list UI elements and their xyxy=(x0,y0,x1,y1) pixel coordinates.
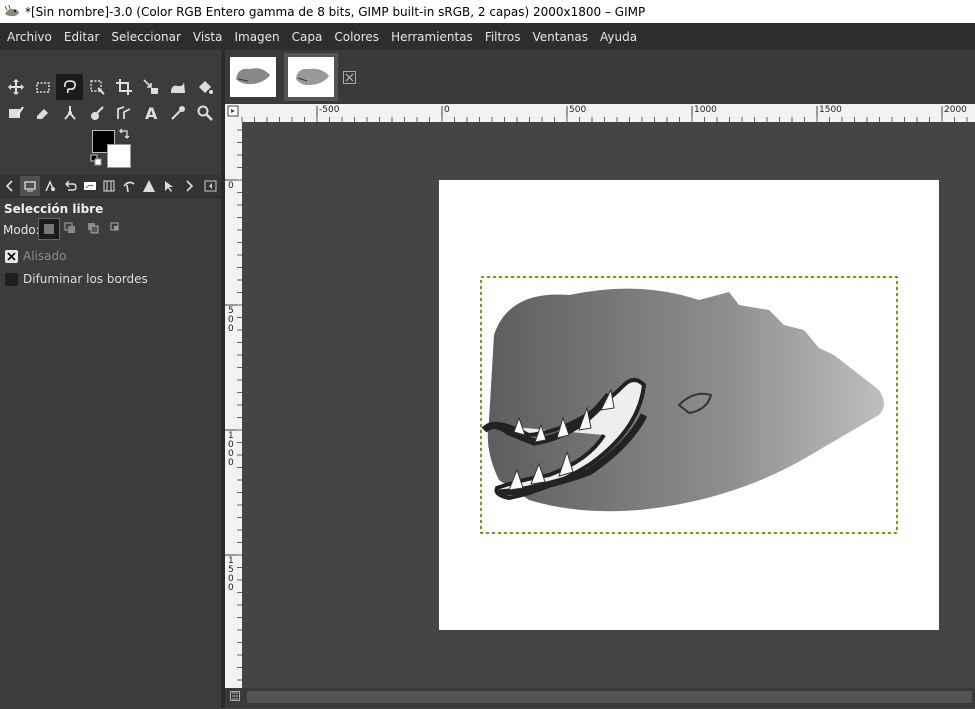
paths-tab-icon[interactable] xyxy=(139,176,159,196)
eraser-tool-icon[interactable] xyxy=(29,100,56,126)
clone-tool-icon[interactable] xyxy=(56,100,83,126)
menu-imagen[interactable]: Imagen xyxy=(228,30,285,44)
image-tab-2[interactable] xyxy=(284,53,338,101)
vertical-ruler-ticks xyxy=(225,129,242,681)
crop-tool-icon[interactable] xyxy=(110,74,137,100)
feather-edges-checkbox[interactable] xyxy=(5,272,18,286)
menu-vista[interactable]: Vista xyxy=(187,30,229,44)
reset-colors-icon[interactable] xyxy=(90,154,102,166)
menu-ayuda[interactable]: Ayuda xyxy=(594,30,643,44)
feather-edges-label: Difuminar los bordes xyxy=(23,272,148,286)
free-select-tool-icon[interactable] xyxy=(56,74,83,100)
creature-drawing xyxy=(480,276,898,534)
ruler-label-500: 500 xyxy=(569,105,587,115)
dock-tab-bar xyxy=(0,175,221,197)
mode-subtract-button[interactable] xyxy=(83,218,103,238)
background-color-swatch[interactable] xyxy=(107,144,131,168)
vruler-label-0: 0 xyxy=(228,181,234,191)
antialias-row[interactable]: Alisado xyxy=(5,249,66,263)
image-thumbnail-1 xyxy=(230,57,276,97)
paths-tool-icon[interactable] xyxy=(110,100,137,126)
ruler-label-1500: 1500 xyxy=(819,105,842,115)
image-thumbnail-2 xyxy=(288,57,334,97)
mode-intersect-button[interactable] xyxy=(106,218,126,238)
undo-history-tab-icon[interactable] xyxy=(60,176,80,196)
menu-filtros[interactable]: Filtros xyxy=(479,30,527,44)
menu-capa[interactable]: Capa xyxy=(286,30,329,44)
menu-seleccionar[interactable]: Seleccionar xyxy=(105,30,186,44)
ruler-label-minus-500: -500 xyxy=(319,105,340,115)
image-tabs-bar xyxy=(225,50,975,104)
vruler-label-1000: 1000 xyxy=(228,431,234,468)
layers-tab-icon[interactable] xyxy=(100,176,120,196)
window-title: *[Sin nombre]-3.0 (Color RGB Entero gamm… xyxy=(25,4,646,19)
antialias-label: Alisado xyxy=(23,249,67,263)
ruler-label-2000: 2000 xyxy=(944,105,967,115)
horizontal-scrollbar-thumb[interactable] xyxy=(247,691,972,703)
quick-mask-toggle-icon[interactable] xyxy=(230,691,240,701)
dock-menu-icon[interactable] xyxy=(201,176,221,196)
toolbox-panel: A Selección libre Modo: Alisado Difumina… xyxy=(0,50,221,709)
fuzzy-select-tool-icon[interactable] xyxy=(83,74,110,100)
device-status-tab-icon[interactable] xyxy=(40,176,60,196)
image-tab-1[interactable] xyxy=(226,53,280,101)
horizontal-scrollbar[interactable] xyxy=(225,688,975,708)
mode-replace-button[interactable] xyxy=(38,218,60,240)
mode-label: Modo: xyxy=(3,223,40,237)
text-tool-icon[interactable]: A xyxy=(137,100,164,126)
rect-select-tool-icon[interactable] xyxy=(29,74,56,100)
svg-text:A: A xyxy=(145,104,158,122)
pointer-tab-icon[interactable] xyxy=(159,176,179,196)
tool-options-title: Selección libre xyxy=(4,202,104,216)
zoom-tool-icon[interactable] xyxy=(191,100,218,126)
menu-archivo[interactable]: Archivo xyxy=(0,30,58,44)
ruler-label-0: 0 xyxy=(444,105,450,115)
color-picker-tool-icon[interactable] xyxy=(164,100,191,126)
tool-row-1 xyxy=(2,74,218,100)
warp-transform-tool-icon[interactable] xyxy=(164,74,191,100)
gimp-logo-icon xyxy=(4,4,19,16)
feather-edges-row[interactable]: Difuminar los bordes xyxy=(5,272,148,286)
image-layer[interactable] xyxy=(439,180,939,630)
chevron-left-icon[interactable] xyxy=(0,176,20,196)
paintbrush-tool-icon[interactable] xyxy=(2,100,29,126)
bucket-fill-tool-icon[interactable] xyxy=(191,74,218,100)
menu-colores[interactable]: Colores xyxy=(328,30,385,44)
swap-colors-icon[interactable] xyxy=(118,128,130,140)
vertical-ruler[interactable]: 0 500 1000 1500 xyxy=(225,122,242,688)
tool-options-panel: Selección libre Modo: Alisado Difuminar … xyxy=(0,197,221,709)
menu-ventanas[interactable]: Ventanas xyxy=(526,30,594,44)
smudge-tool-icon[interactable] xyxy=(83,100,110,126)
image-canvas[interactable] xyxy=(242,122,975,688)
title-bar: *[Sin nombre]-3.0 (Color RGB Entero gamm… xyxy=(0,0,975,23)
vruler-label-1500: 1500 xyxy=(228,556,234,593)
mode-add-button[interactable] xyxy=(60,218,80,238)
tool-row-2: A xyxy=(2,100,218,126)
vruler-label-500: 500 xyxy=(228,306,234,334)
horizontal-ruler[interactable]: -500 0 500 1000 1500 2000 xyxy=(225,104,975,122)
antialias-checkbox[interactable] xyxy=(5,249,18,263)
menu-editar[interactable]: Editar xyxy=(58,30,106,44)
images-tab-icon[interactable] xyxy=(80,176,100,196)
ruler-label-1000: 1000 xyxy=(694,105,717,115)
move-tool-icon[interactable] xyxy=(2,74,29,100)
unified-transform-tool-icon[interactable] xyxy=(137,74,164,100)
tool-options-tab-icon[interactable] xyxy=(19,176,40,196)
close-tab-icon[interactable] xyxy=(343,71,356,84)
menu-herramientas[interactable]: Herramientas xyxy=(385,30,479,44)
menu-bar: Archivo Editar Seleccionar Vista Imagen … xyxy=(0,23,975,50)
brushes-tab-icon[interactable] xyxy=(119,176,139,196)
chevron-right-icon[interactable] xyxy=(179,176,199,196)
